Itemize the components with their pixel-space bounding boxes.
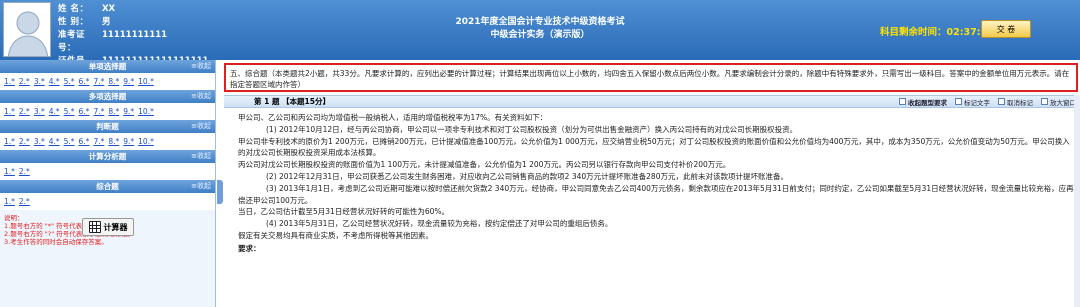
question-number-link[interactable]: 7.* (93, 107, 104, 116)
question-number-link[interactable]: 4.* (49, 77, 60, 86)
section-title: 计算分析题 (88, 152, 127, 161)
question-number-link[interactable]: 3.* (34, 137, 45, 146)
question-number-link[interactable]: 8.* (108, 137, 119, 146)
section-header: 单项选择题 ≡收起 (0, 60, 215, 73)
question-number-link[interactable]: 3.* (34, 77, 45, 86)
question-number-row: 1.* 2.* (0, 193, 215, 210)
question-paragraph: 甲公司非专利技术的原价为1 200万元，已摊销200万元，已计提减值准备100万… (238, 136, 1070, 158)
name-value: XX (102, 4, 116, 14)
question-number-link[interactable]: 2.* (19, 77, 30, 86)
section-header: 判断题 ≡收起 (0, 120, 215, 133)
question-paragraph: 假定有关交易均具有商业实质，不考虑所得税等其他因素。 (238, 230, 433, 240)
section-title: 综合题 (96, 182, 119, 191)
question-number-link[interactable]: 6.* (79, 107, 90, 116)
remaining-time: 科目剩余时间：02:37:31 (880, 24, 994, 38)
question-number-link[interactable]: 10.* (138, 107, 154, 116)
question-number-link[interactable]: 2.* (19, 107, 30, 116)
collapse-icon (899, 98, 906, 105)
question-number-link[interactable]: 8.* (108, 77, 119, 86)
question-number-link[interactable]: 4.* (49, 137, 60, 146)
question-number-link[interactable]: 9.* (123, 77, 134, 86)
section-collapse-button[interactable]: ≡收起 (191, 150, 211, 163)
name-label: 姓 名： (58, 4, 89, 14)
calculator-icon (88, 221, 101, 233)
question-number-link[interactable]: 7.* (93, 77, 104, 86)
question-number-link[interactable]: 2.* (19, 167, 30, 176)
question-requirement: 要求： (238, 243, 261, 253)
admission-value: 11111111111 (102, 30, 168, 40)
question-tools: 收起题型要求 标记文字 取消标记 放大窗口 (899, 97, 1080, 107)
question-navigator: 单项选择题 ≡收起 1.* 2.* 3.* 4.* 5.* 6.* 7.* 8.* 9.* 10.* 多… (0, 60, 216, 307)
question-number-link[interactable]: 8.* (108, 107, 119, 116)
question-paragraph: 甲公司、乙公司和丙公司均为增值税一般纳税人，适用的增值税税率为17%。有关资料如… (238, 113, 548, 122)
section-instruction: 五、综合题（本类题共2小题，共33分。凡要求计算的，应列出必要的计算过程；计算结… (224, 63, 1078, 92)
timer-label: 科目剩余时间： (880, 27, 947, 38)
question-number-link[interactable]: 9.* (123, 107, 134, 116)
exam-title-line: 2021年度全国会计专业技术中级资格考试 (455, 17, 625, 27)
exam-title: 2021年度全国会计专业技术中级资格考试 中级会计实务（演示版） (420, 16, 660, 42)
note-autosave: 3.考生作答的同时会自动保存答案。 (4, 238, 108, 246)
unmark-icon (998, 98, 1005, 105)
section-title: 多项选择题 (88, 92, 127, 101)
question-paragraph: (2) 2012年12月31日，甲公司获悉乙公司发生财务困难，对应收向乙公司销售… (266, 171, 788, 181)
question-content: 甲公司、乙公司和丙公司均为增值税一般纳税人，适用的增值税税率为17%。有关资料如… (238, 112, 1074, 255)
question-number-link[interactable]: 7.* (93, 137, 104, 146)
gender-value: 男 (102, 17, 111, 27)
question-number-row: 1.* 2.* 3.* 4.* 5.* 6.* 7.* 8.* 9.* 10.* (0, 133, 215, 150)
collapse-requirements-button[interactable]: 收起题型要求 (899, 97, 947, 107)
question-number-link[interactable]: 2.* (19, 137, 30, 146)
question-title: 第 1 题 【本题15分】 (254, 97, 330, 106)
section-collapse-button[interactable]: ≡收起 (191, 120, 211, 133)
question-number-link[interactable]: 9.* (123, 137, 134, 146)
section-title: 判断题 (96, 122, 119, 131)
section-header: 多项选择题 ≡收起 (0, 90, 215, 103)
question-paragraph: 当日，乙公司估计截至5月31日经营状况好转的可能性为60%。 (238, 207, 449, 217)
question-number-row: 1.* 2.* 3.* 4.* 5.* 6.* 7.* 8.* 9.* 10.* (0, 73, 215, 90)
calculator-label: 计算器 (103, 222, 128, 232)
question-number-link[interactable]: 1.* (4, 137, 15, 146)
question-paragraph: (3) 2013年1月1日，考虑到乙公司近期可能难以按时偿还前欠货款2 340万… (238, 183, 1074, 205)
content-scrollbar[interactable] (1074, 95, 1080, 307)
exam-header: 姓 名：XX 性 别：男 准考证号：11111111111 证件号码：11111… (0, 0, 1080, 79)
calculator-button[interactable]: 计算器 (82, 218, 134, 236)
admission-label: 准考证号： (58, 30, 86, 53)
candidate-photo (3, 2, 51, 57)
question-number-link[interactable]: 5.* (64, 137, 75, 146)
sidebar-toggle-handle[interactable] (217, 180, 223, 204)
exam-subtitle: 中级会计实务（演示版） (490, 30, 590, 40)
question-number-link[interactable]: 1.* (4, 77, 15, 86)
question-number-link[interactable]: 3.* (34, 107, 45, 116)
question-paragraph: (1) 2012年10月12日，经与丙公司协商，甲公司以一项非专利技术和对丁公司… (266, 124, 798, 134)
gender-label: 性 别： (58, 17, 89, 27)
section-header: 综合题 ≡收起 (0, 180, 215, 193)
section-header: 计算分析题 ≡收起 (0, 150, 215, 163)
question-number-link[interactable]: 10.* (138, 137, 154, 146)
question-number-link[interactable]: 1.* (4, 167, 15, 176)
question-paragraph: (4) 2013年5月31日，乙公司经营状况好转，现金流量较为充裕，按约定偿还了… (266, 219, 613, 229)
section-collapse-button[interactable]: ≡收起 (191, 180, 211, 193)
question-number-link[interactable]: 5.* (64, 107, 75, 116)
question-number-link[interactable]: 6.* (79, 137, 90, 146)
question-number-link[interactable]: 6.* (79, 77, 90, 86)
section-title: 单项选择题 (88, 62, 127, 71)
question-paragraph: 丙公司对戊公司长期股权投资的账面价值为1 100万元，未计提减值准备，公允价值为… (238, 160, 731, 170)
question-number-link[interactable]: 1.* (4, 197, 15, 206)
section-collapse-button[interactable]: ≡收起 (191, 90, 211, 103)
question-number-link[interactable]: 4.* (49, 107, 60, 116)
question-number-row: 1.* 2.* 3.* 4.* 5.* 6.* 7.* 8.* 9.* 10.* (0, 103, 215, 120)
enlarge-icon (1041, 98, 1048, 105)
question-toolbar: 第 1 题 【本题15分】 收起题型要求 标记文字 取消标记 放大窗口 (224, 95, 1080, 108)
question-number-link[interactable]: 1.* (4, 107, 15, 116)
submit-button[interactable]: 交 卷 (981, 20, 1031, 38)
unmark-button[interactable]: 取消标记 (998, 97, 1033, 107)
enlarge-window-button[interactable]: 放大窗口 (1041, 97, 1076, 107)
question-number-link[interactable]: 10.* (138, 77, 154, 86)
question-number-link[interactable]: 2.* (19, 197, 30, 206)
mark-icon (955, 98, 962, 105)
user-avatar-icon (4, 3, 50, 56)
section-collapse-button[interactable]: ≡收起 (191, 60, 211, 73)
question-number-row: 1.* 2.* (0, 163, 215, 180)
question-number-link[interactable]: 5.* (64, 77, 75, 86)
mark-text-button[interactable]: 标记文字 (955, 97, 990, 107)
